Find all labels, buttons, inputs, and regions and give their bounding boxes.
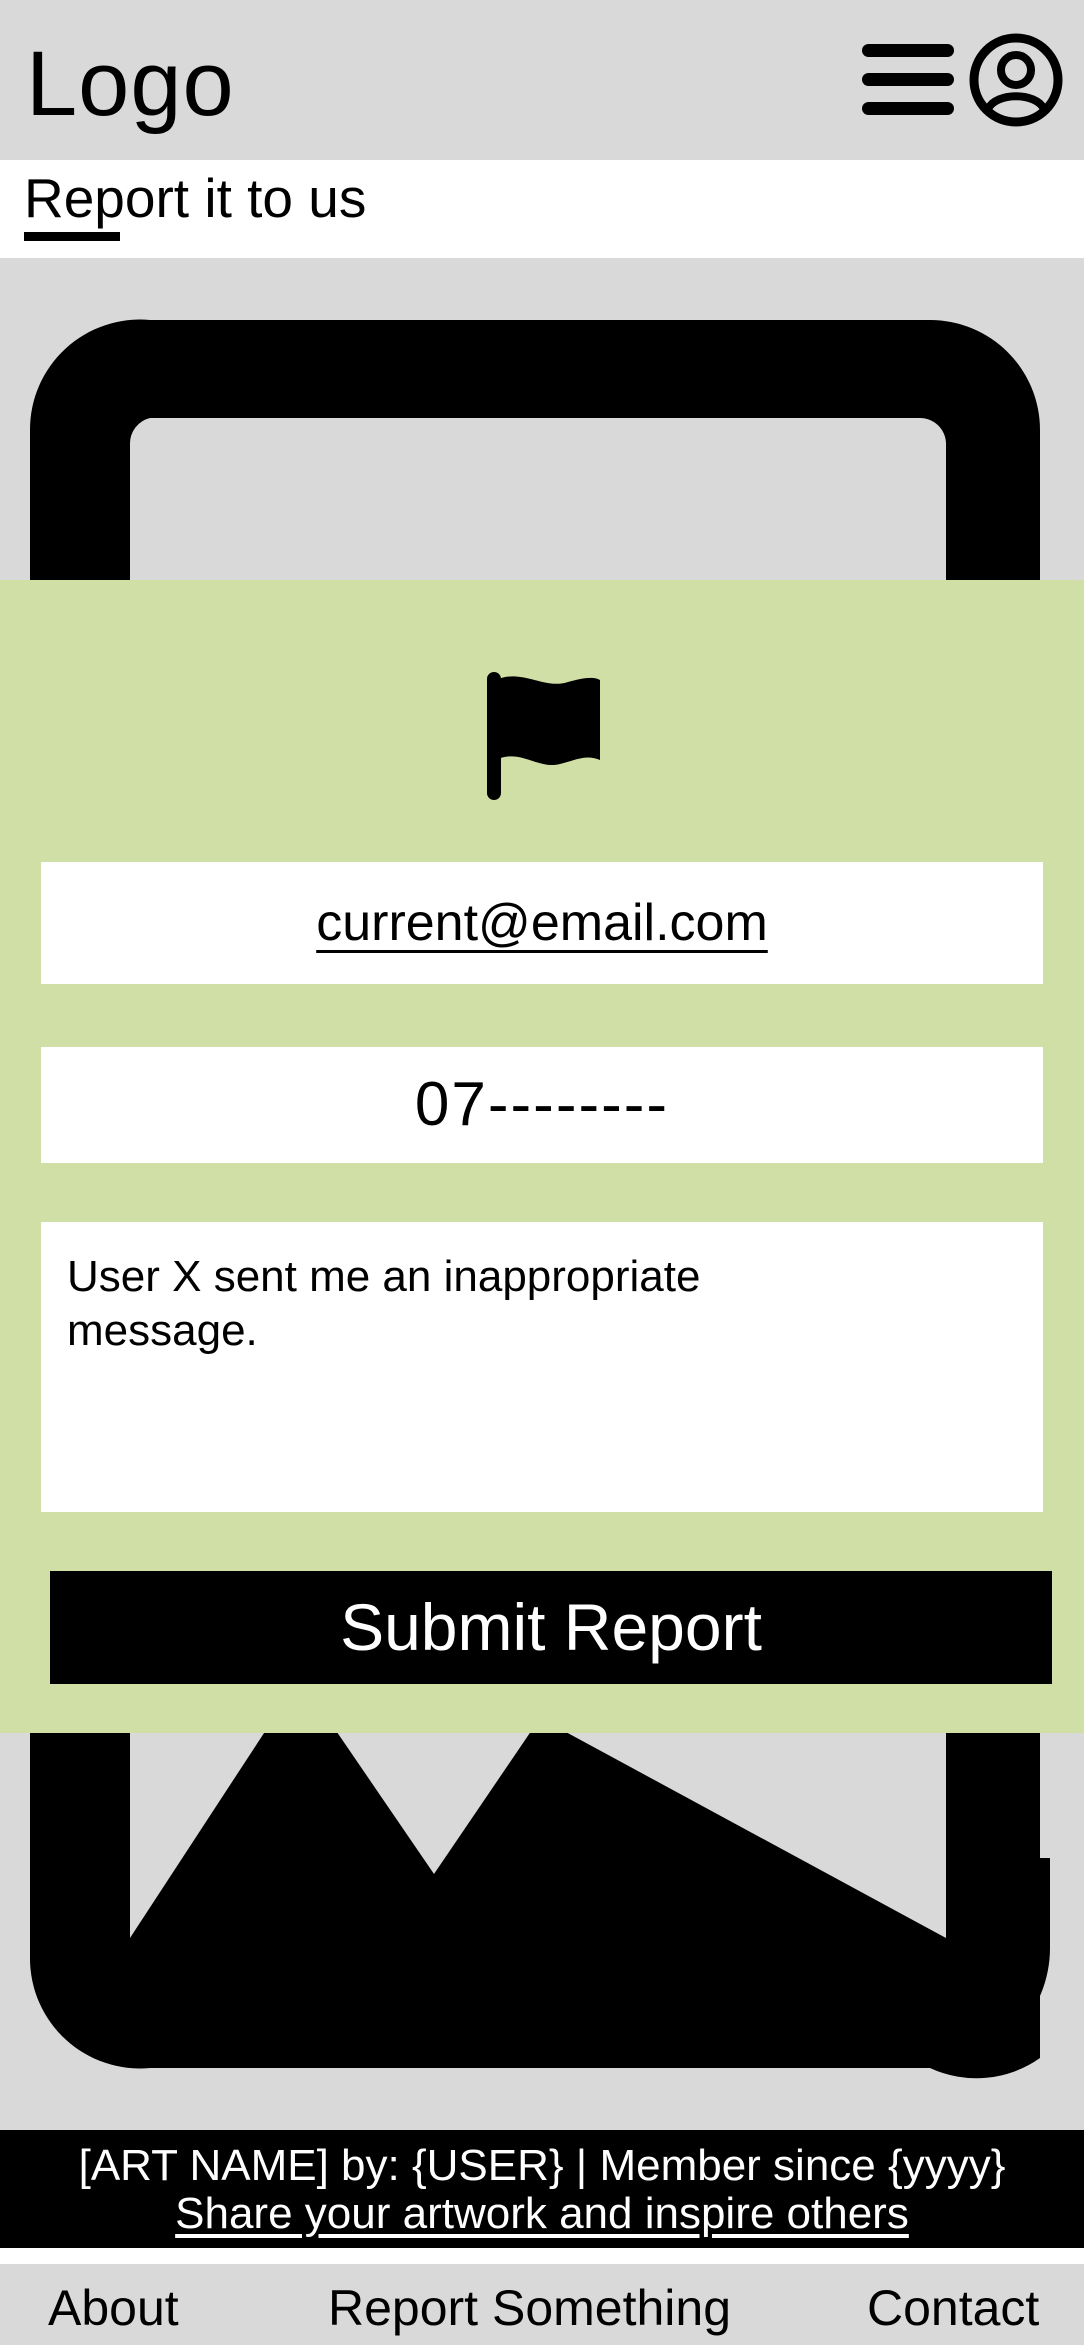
- email-field[interactable]: current@email.com: [41, 862, 1043, 984]
- flag-icon: [487, 672, 600, 800]
- email-value: current@email.com: [316, 894, 768, 952]
- divider: [0, 2248, 1084, 2264]
- share-artwork-link[interactable]: Share your artwork and inspire others: [0, 2188, 1084, 2240]
- hamburger-menu-icon[interactable]: [858, 40, 958, 120]
- phone-field[interactable]: 07--------: [41, 1047, 1043, 1163]
- message-textarea[interactable]: User X sent me an inappropriate message.: [41, 1222, 1043, 1512]
- user-account-icon[interactable]: [968, 32, 1064, 128]
- nav-report-something[interactable]: Report Something: [328, 2276, 731, 2340]
- nav-about[interactable]: About: [48, 2276, 179, 2340]
- logo[interactable]: Logo: [26, 34, 235, 134]
- page-subtitle: Report it to us: [24, 167, 367, 229]
- nav-contact[interactable]: Contact: [867, 2276, 1039, 2340]
- artwork-credit-bar: [ART NAME] by: {USER} | Member since {yy…: [0, 2130, 1084, 2248]
- submit-report-button[interactable]: Submit Report: [50, 1571, 1052, 1684]
- artwork-credit: [ART NAME] by: {USER} | Member since {yy…: [78, 2141, 1006, 2190]
- subtitle-underline: [24, 232, 120, 241]
